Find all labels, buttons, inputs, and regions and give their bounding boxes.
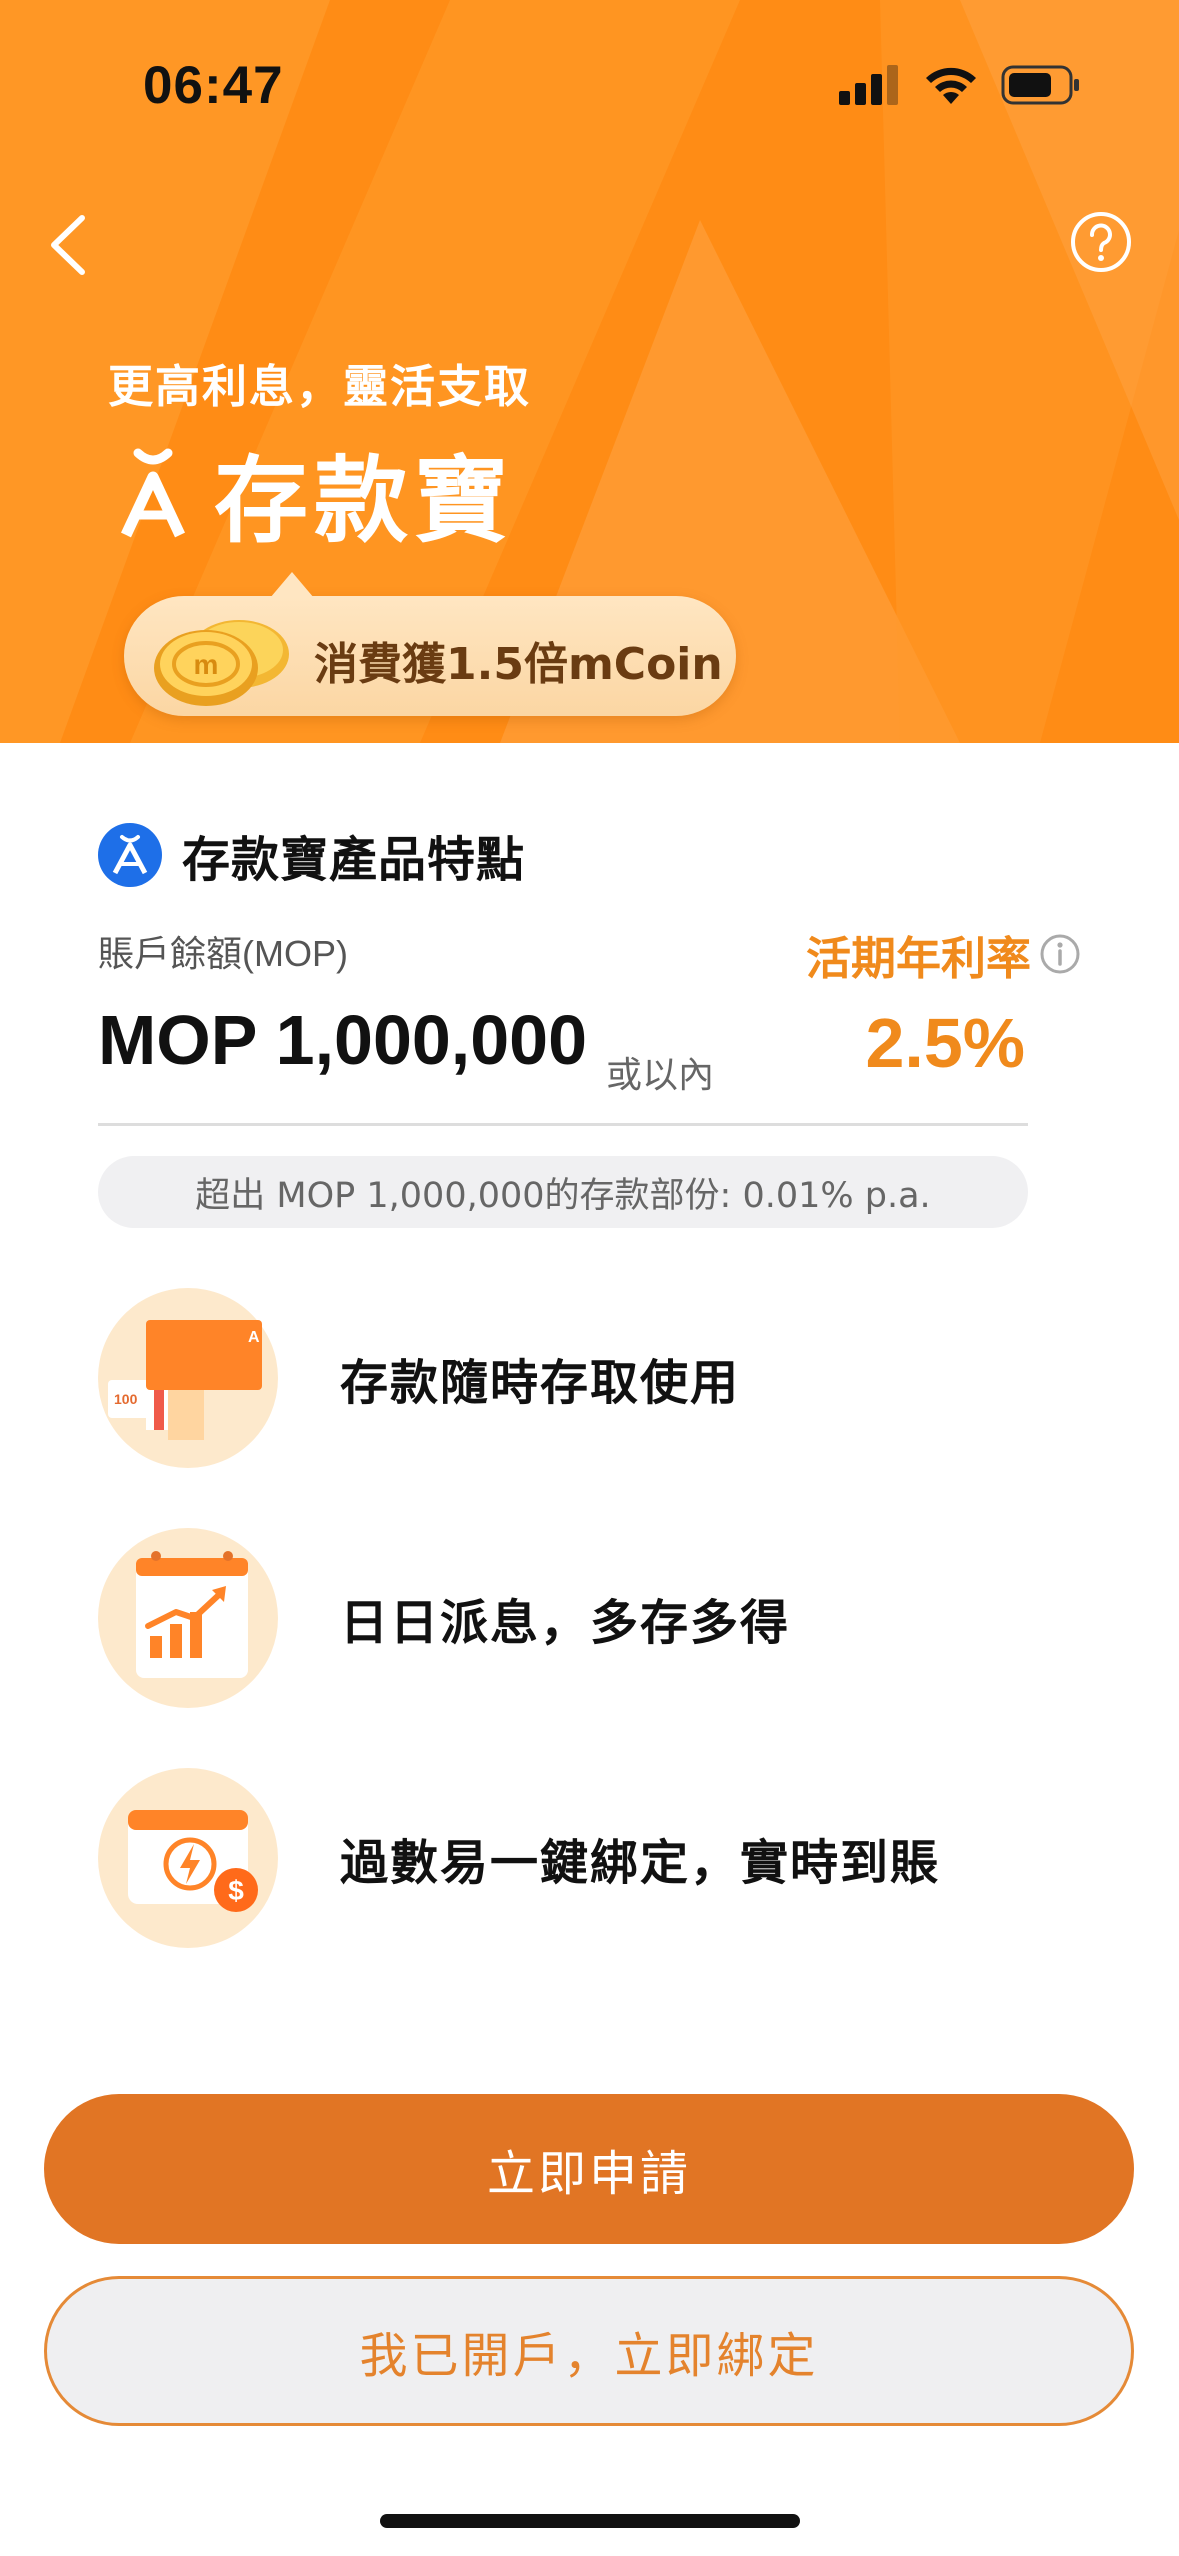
apply-button[interactable]: 立即申請 (44, 2094, 1134, 2244)
hero-brand: 存款寶 (118, 425, 514, 561)
status-icons (839, 64, 1081, 106)
svg-text:100: 100 (114, 1391, 138, 1407)
section-header: 存款寶產品特點 (98, 820, 525, 890)
divider (98, 1123, 1028, 1126)
brand-badge-icon (98, 823, 162, 887)
promo-text: 消費獲1.5倍mCoin (314, 639, 723, 690)
feature-item-flexible: 100 A 存款隨時存取使用 (98, 1288, 740, 1468)
svg-text:A: A (248, 1329, 260, 1346)
feature-text: 日日派息，多存多得 (340, 1595, 791, 1651)
section-title: 存款寶產品特點 (182, 832, 526, 888)
feature-item-instant-transfer: $ 過數易一鍵綁定，實時到賬 (98, 1768, 940, 1948)
balance-suffix: 或以內 (606, 1055, 715, 1096)
back-icon[interactable] (40, 200, 100, 290)
feature-text: 過數易一鍵綁定，實時到賬 (340, 1835, 941, 1891)
growth-calendar-icon (98, 1528, 278, 1708)
excess-rate-text: 超出 MOP 1,000,000的存款部份: 0.01% p.a. (195, 1175, 931, 1216)
cellular-signal-icon (839, 65, 898, 105)
screen: 06:47 更高利息，靈活支取 存款寶 m 消費獲1.5倍mCoin 存款寶產品… (0, 0, 1179, 2556)
feature-item-daily-interest: 日日派息，多存多得 (98, 1528, 790, 1708)
hero-tagline: 更高利息，靈活支取 (108, 360, 532, 413)
coins-icon: m (154, 620, 289, 706)
hero-title: 存款寶 (214, 447, 515, 556)
instant-transfer-icon: $ (98, 1768, 278, 1948)
svg-text:$: $ (228, 1875, 244, 1906)
svg-text:m: m (194, 649, 219, 680)
balance-value: MOP 1,000,000 (98, 1001, 588, 1079)
brand-logo-icon (121, 448, 185, 538)
bind-account-button[interactable]: 我已開戶，立即綁定 (44, 2276, 1134, 2426)
cash-card-icon: 100 A (98, 1288, 278, 1468)
help-icon[interactable] (1069, 210, 1133, 274)
promo-badge[interactable]: m 消費獲1.5倍mCoin (124, 572, 736, 716)
info-icon[interactable] (1039, 933, 1081, 975)
wifi-icon (926, 67, 976, 104)
excess-rate-note: 超出 MOP 1,000,000的存款部份: 0.01% p.a. (98, 1156, 1028, 1228)
apply-button-label: 立即申請 (486, 2146, 691, 2202)
bind-account-button-label: 我已開戶，立即綁定 (359, 2328, 819, 2384)
rate-value: 2.5% (865, 1004, 1025, 1082)
battery-icon (1001, 65, 1079, 105)
status-time: 06:47 (143, 56, 284, 115)
home-indicator[interactable] (380, 2514, 800, 2528)
balance-label: 賬戶餘額(MOP) (98, 933, 348, 974)
hero-banner: 06:47 更高利息，靈活支取 存款寶 m 消費獲1.5倍mCoin (0, 0, 1179, 743)
feature-text: 存款隨時存取使用 (340, 1355, 741, 1411)
rate-label: 活期年利率 (805, 932, 1031, 985)
